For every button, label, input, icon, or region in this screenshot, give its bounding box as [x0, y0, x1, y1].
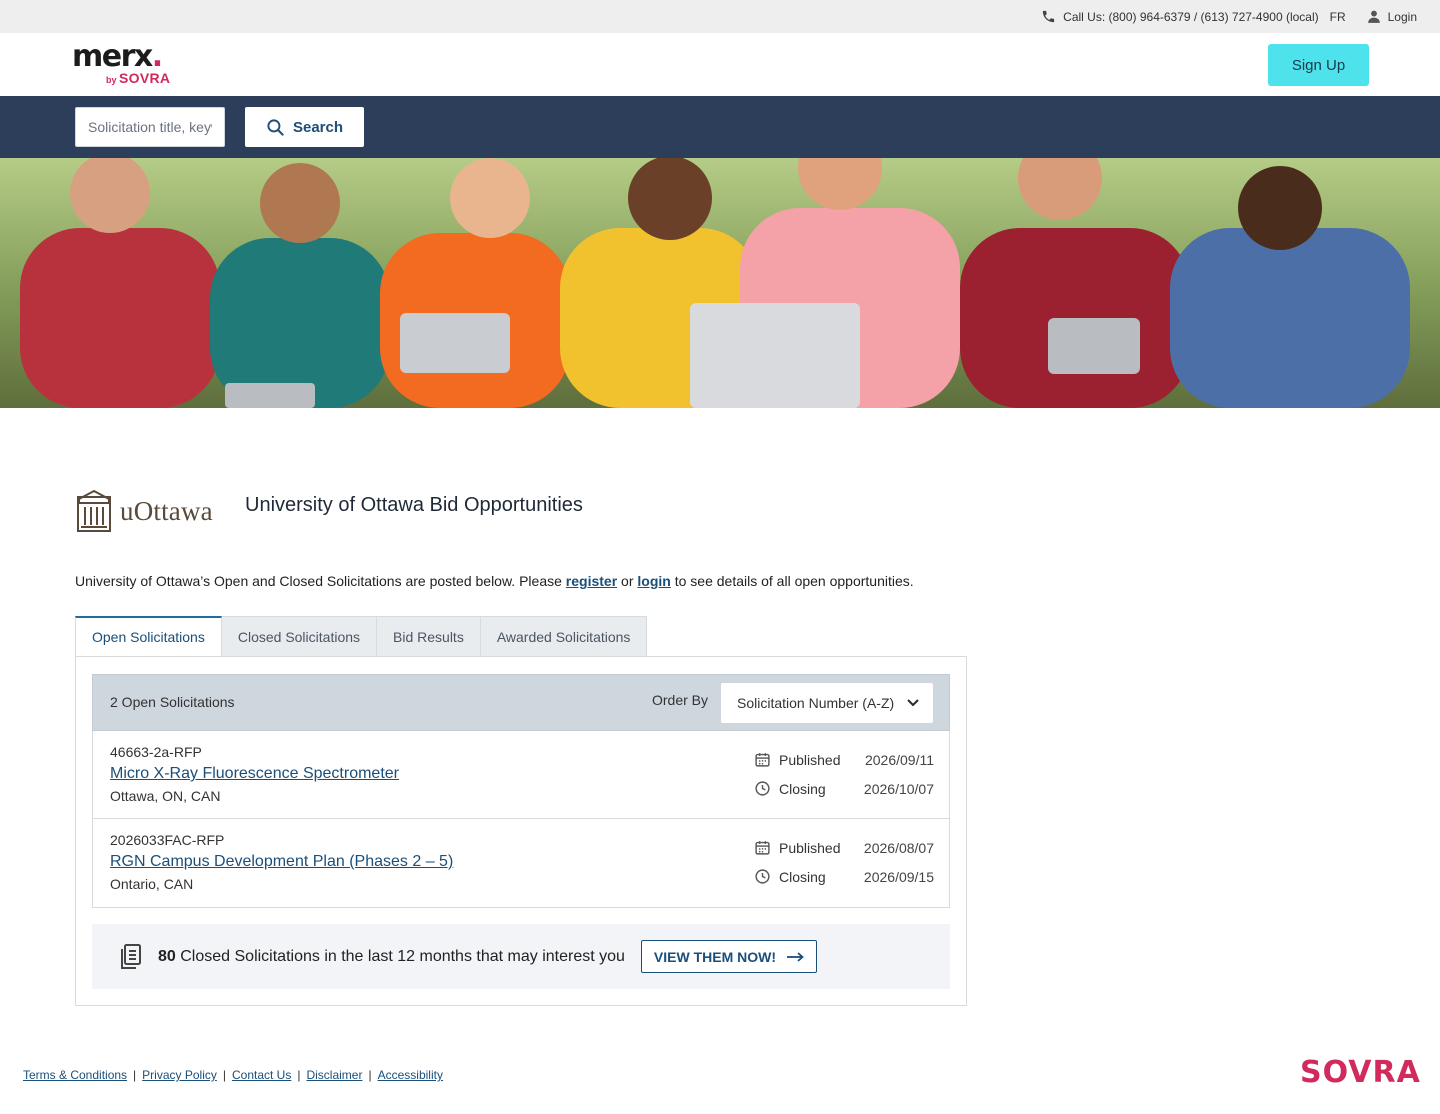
- closing-date: 2026/09/15: [863, 868, 934, 885]
- search-button[interactable]: Search: [245, 107, 364, 147]
- language-toggle[interactable]: FR: [1330, 10, 1346, 24]
- clock-icon: [755, 869, 770, 884]
- arrow-right-icon: [787, 951, 804, 962]
- solicitation-location: Ontario, CAN: [110, 876, 194, 892]
- list-header: 2 Open Solicitations Order By Solicitati…: [92, 674, 950, 731]
- order-by-label: Order By: [652, 692, 709, 708]
- calendar-icon: [755, 753, 770, 767]
- solicitation-tabs: Open Solicitations Closed Solicitations …: [75, 616, 648, 657]
- solicitation-list: 46663-2a-RFP Micro X-Ray Fluorescence Sp…: [92, 731, 950, 908]
- footer-separator: |: [297, 1068, 301, 1082]
- tab-open-solicitations[interactable]: Open Solicitations: [75, 616, 222, 657]
- footer-separator: |: [368, 1068, 372, 1082]
- published-date: 2026/09/11: [864, 751, 934, 768]
- chevron-down-icon: [907, 699, 919, 707]
- tab-bid-results[interactable]: Bid Results: [377, 616, 481, 657]
- search-bar: Search: [0, 96, 1440, 158]
- logo-by: by: [106, 75, 117, 85]
- footer-accessibility-link[interactable]: Accessibility: [378, 1068, 443, 1082]
- solicitation-number: 2026033FAC-RFP: [110, 832, 225, 848]
- solicitation-count: 2 Open Solicitations: [110, 694, 235, 710]
- list-item: 46663-2a-RFP Micro X-Ray Fluorescence Sp…: [93, 731, 949, 819]
- search-input[interactable]: [75, 107, 225, 147]
- intro-after: to see details of all open opportunities…: [670, 573, 914, 589]
- footer-separator: |: [222, 1068, 226, 1082]
- call-us-text: Call Us: (800) 964-6379 / (613) 727-4900…: [1063, 9, 1319, 24]
- solicitation-number: 46663-2a-RFP: [110, 744, 202, 760]
- published-label: Published: [779, 751, 841, 768]
- solicitations-panel: 2 Open Solicitations Order By Solicitati…: [75, 656, 967, 1006]
- order-by-value: Solicitation Number (A-Z): [737, 695, 895, 711]
- list-item: 2026033FAC-RFP RGN Campus Development Pl…: [93, 819, 949, 907]
- closing-label: Closing: [779, 780, 826, 797]
- published-date: 2026/08/07: [863, 839, 934, 856]
- promo-count: 80: [158, 947, 176, 965]
- closing-date: 2026/10/07: [863, 780, 934, 797]
- footer-disclaimer-link[interactable]: Disclaimer: [306, 1068, 362, 1082]
- footer-links: Terms & Conditions | Privacy Policy | Cont…: [23, 1068, 443, 1082]
- closing-label: Closing: [779, 868, 826, 885]
- login-label: Login: [1387, 9, 1417, 24]
- register-link[interactable]: register: [566, 573, 617, 589]
- order-by-select[interactable]: Solicitation Number (A-Z): [720, 682, 934, 724]
- site-header: merx. by SOVRA Sign Up: [0, 33, 1440, 96]
- hero-image: [0, 158, 1440, 408]
- clock-icon: [755, 781, 770, 796]
- published-label: Published: [779, 839, 841, 856]
- logo-dot: .: [151, 39, 163, 74]
- hero-illustration: [0, 158, 1440, 408]
- solicitation-location: Ottawa, ON, CAN: [110, 788, 221, 804]
- solicitation-dates: Published 2026/09/11 Closing 2026/10/07: [754, 745, 934, 803]
- solicitation-dates: Published 2026/08/07 Closing 2026/09/15: [754, 833, 934, 891]
- phone-icon: [1043, 10, 1055, 23]
- user-icon: [1367, 10, 1380, 23]
- login-inline-link[interactable]: login: [637, 573, 670, 589]
- tab-awarded-solicitations[interactable]: Awarded Solicitations: [480, 616, 648, 657]
- promo-text: 80 Closed Solicitations in the last 12 m…: [158, 948, 625, 966]
- promo-message: Closed Solicitations in the last 12 mont…: [175, 947, 625, 965]
- language-label: FR: [1329, 9, 1346, 24]
- solicitation-title-link[interactable]: Micro X-Ray Fluorescence Spectrometer: [110, 765, 399, 783]
- intro-or: or: [617, 573, 638, 589]
- logo-byline: by SOVRA: [106, 70, 170, 86]
- search-icon: [267, 118, 284, 136]
- footer-privacy-link[interactable]: Privacy Policy: [142, 1068, 217, 1082]
- logo-word: merx: [72, 39, 153, 74]
- view-them-now-label: VIEW THEM NOW!: [653, 948, 777, 965]
- call-us[interactable]: Call Us: (800) 964-6379 / (613) 727-4900…: [1041, 9, 1319, 24]
- uottawa-logo: uOttawa: [76, 488, 226, 534]
- tab-closed-solicitations[interactable]: Closed Solicitations: [221, 616, 378, 657]
- document-icon: [121, 943, 141, 969]
- building-icon: [77, 489, 111, 532]
- intro-before: University of Ottawa’s Open and Closed S…: [75, 573, 566, 589]
- closed-solicitations-promo: 80 Closed Solicitations in the last 12 m…: [92, 924, 950, 989]
- sign-up-button[interactable]: Sign Up: [1268, 44, 1369, 86]
- search-button-label: Search: [292, 118, 344, 136]
- intro-text: University of Ottawa’s Open and Closed S…: [75, 573, 914, 589]
- calendar-icon: [755, 841, 770, 855]
- merx-logo[interactable]: merx. by SOVRA: [72, 42, 178, 87]
- view-them-now-button[interactable]: VIEW THEM NOW!: [640, 940, 818, 973]
- utility-bar: Call Us: (800) 964-6379 / (613) 727-4900…: [0, 0, 1440, 33]
- logo-brand: SOVRA: [119, 70, 171, 86]
- footer-terms-link[interactable]: Terms & Conditions: [23, 1068, 127, 1082]
- solicitation-title-link[interactable]: RGN Campus Development Plan (Phases 2 – …: [110, 853, 453, 871]
- footer-separator: |: [133, 1068, 137, 1082]
- uottawa-logo-text: uOttawa: [120, 495, 213, 526]
- page-title: University of Ottawa Bid Opportunities: [245, 494, 583, 516]
- login-link[interactable]: Login: [1367, 9, 1417, 24]
- sovra-logo[interactable]: SOVRA: [1300, 1055, 1421, 1090]
- footer-contact-link[interactable]: Contact Us: [232, 1068, 291, 1082]
